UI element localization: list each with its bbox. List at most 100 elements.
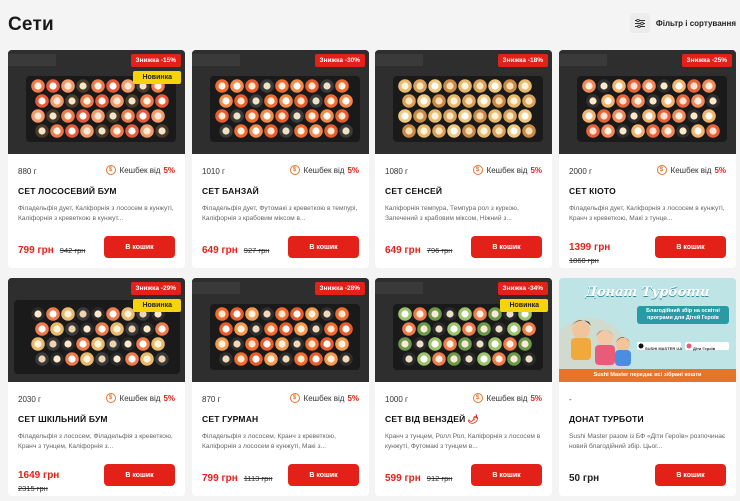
product-name[interactable]: СЕТ ЛОСОСЕВИЙ БУМ [18,186,117,196]
product-name[interactable]: СЕТ ГУРМАН [202,414,258,424]
sushi-roll-center [94,82,102,90]
sushi-roll-center [506,340,514,348]
sushi-roll-center [83,127,91,135]
sushi-roll-center [267,355,275,363]
sushi-roll-center [634,127,642,135]
product-card[interactable]: Знижка -34% Новинка 1000 г $ Кешбек від 5%… [375,278,552,496]
sushi-roll-center [446,112,454,120]
discount-badge: Знижка -30% [314,54,365,67]
sushi-roll-center [297,127,305,135]
product-card[interactable]: Знижка -29% Новинка 2030 г $ Кешбек від 5%… [8,278,185,496]
product-name[interactable]: ДОНАТ ТУРБОТИ [569,414,644,424]
sushi-roll-center [64,112,72,120]
sushi-roll-center [506,82,514,90]
sushi-roll-center [491,340,499,348]
sushi-roll-center [124,340,132,348]
sushi-roll-center [615,112,623,120]
sushi-roll-center [109,310,117,318]
price: 799 грн [18,245,54,256]
sushi-roll-center [308,310,316,318]
sushi-roll-center [154,112,162,120]
cashback-info: $ Кешбек від 5% [472,165,542,175]
sushi-roll-center [278,82,286,90]
sushi-roll-center [218,310,226,318]
product-name[interactable]: СЕТ КІОТО [569,186,616,196]
sushi-roll-center [480,355,488,363]
product-name[interactable]: СЕТ БАНЗАЙ [202,186,259,196]
sushi-roll-center [525,325,533,333]
sushi-roll-center [435,127,443,135]
product-description: Каліфорнія темпура, Темпура рол з куркою… [385,205,519,222]
old-price: 927 грн [243,246,270,255]
sushi-roll-center [53,127,61,135]
cashback-percent: 5% [347,393,359,403]
product-card[interactable]: Знижка -15% Новинка 880 г $ Кешбек від 5% … [8,50,185,268]
old-price: 796 грн [426,246,453,255]
sushi-roll-center [510,97,518,105]
sushi-roll-center [94,340,102,348]
promo-image[interactable]: Донат Турботи Благодійний збір на освітн… [559,278,736,382]
sushi-roll-center [222,97,230,105]
price-block: 1649 грн 2315 грн [18,465,59,493]
product-card[interactable]: Знижка -18% 1080 г $ Кешбек від 5% СЕТ СЕН… [375,50,552,268]
sushi-roll-center [252,355,260,363]
sushi-roll-center [506,112,514,120]
sushi-roll-center [68,355,76,363]
sushi-roll-center [690,82,698,90]
product-name[interactable]: СЕТ СЕНСЕЙ [385,186,442,196]
product-name[interactable]: СЕТ ШКІЛЬНИЙ БУМ [18,414,108,424]
sushi-roll-center [495,325,503,333]
sushi-roll-center [293,340,301,348]
cashback-info: $ Кешбек від 5% [656,165,726,175]
sushi-roll-center [68,127,76,135]
product-card[interactable]: Донат Турботи Благодійний збір на освітн… [559,278,736,496]
price-block: 649 грн 796 грн [385,240,452,258]
product-card[interactable]: Знижка -28% 870 г $ Кешбек від 5% СЕТ ГУРМ… [192,278,369,496]
sushi-roll-center [435,355,443,363]
sushi-roll-center [604,97,612,105]
weight: - [569,395,572,404]
filter-sort-button[interactable]: Фільтр і сортування [629,13,736,33]
sushi-roll-center [312,97,320,105]
sushi-roll-center [34,82,42,90]
product-card[interactable]: Знижка -25% 2000 г $ Кешбек від 5% СЕТ КІО… [559,50,736,268]
sushi-roll-center [293,112,301,120]
add-to-cart-button[interactable]: В кошик [471,464,542,486]
page-title: Сети [8,14,54,35]
product-name[interactable]: СЕТ ВІД ВЕНЗДЕЙ 🌶 [385,414,479,425]
sushi-roll-center [435,325,443,333]
coin-icon: $ [105,393,116,403]
sushi-roll-center [154,340,162,348]
add-to-cart-button[interactable]: В кошик [104,464,175,486]
sushi-roll-center [233,82,241,90]
price: 50 грн [569,473,600,484]
add-to-cart-button[interactable]: В кошик [288,464,359,486]
product-card[interactable]: Знижка -30% 1010 г $ Кешбек від 5% СЕТ БАН… [192,50,369,268]
sushi-roll-center [83,325,91,333]
add-to-cart-button[interactable]: В кошик [655,464,726,486]
sushi-roll-center [476,310,484,318]
sushi-roll-center [297,355,305,363]
add-to-cart-button[interactable]: В кошик [471,236,542,258]
weight: 870 г [202,395,221,404]
sushi-roll-center [278,112,286,120]
add-to-cart-button[interactable]: В кошик [655,236,726,258]
sushi-roll-center [64,310,72,318]
sushi-roll-center [124,112,132,120]
sushi-roll-center [495,97,503,105]
sushi-roll-center [282,325,290,333]
sushi-roll-center [338,340,346,348]
add-to-cart-button[interactable]: В кошик [104,236,175,258]
sushi-roll-center [401,82,409,90]
sushi-roll-center [491,310,499,318]
sushi-roll-center [630,82,638,90]
price: 649 грн [385,245,421,256]
cashback-info: $ Кешбек від 5% [289,393,359,403]
sushi-roll-center [237,127,245,135]
sushi-roll-center [664,97,672,105]
add-to-cart-button[interactable]: В кошик [288,236,359,258]
sushi-roll-center [450,97,458,105]
sushi-roll-center [420,97,428,105]
sushi-roll-center [222,127,230,135]
sushi-roll-center [416,82,424,90]
